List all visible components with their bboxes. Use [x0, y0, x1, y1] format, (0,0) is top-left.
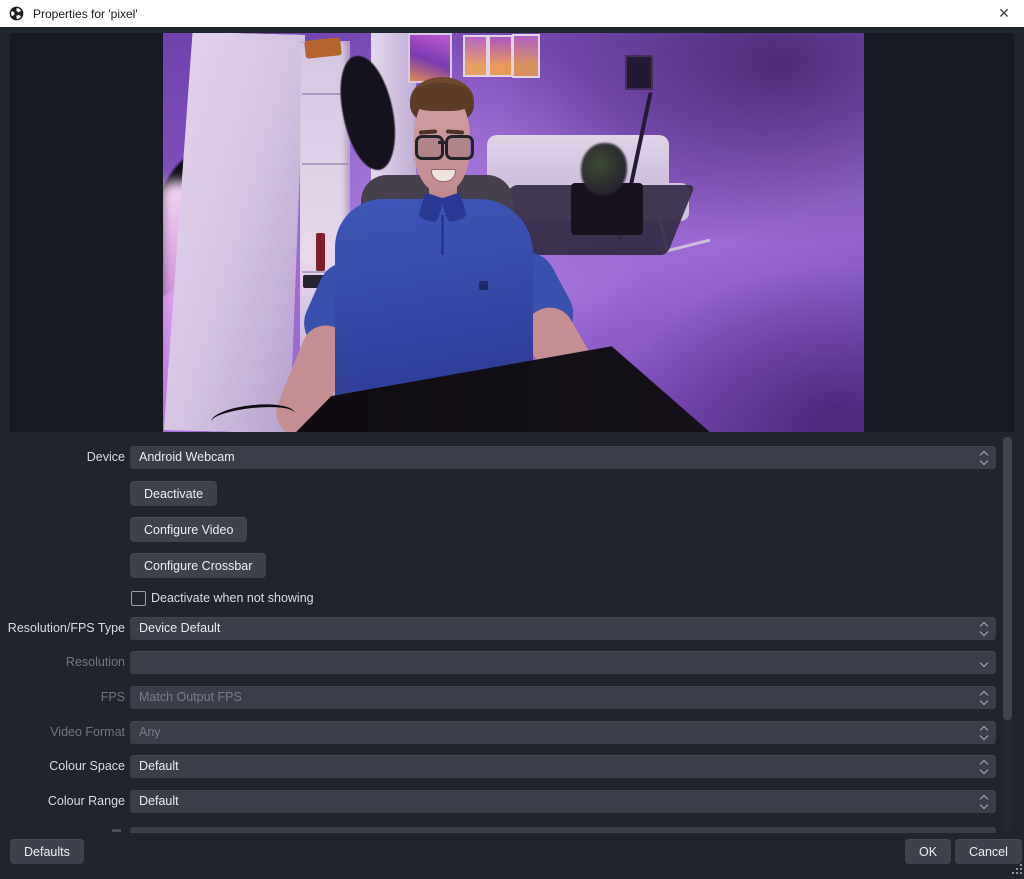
- res-fps-type-label: Resolution/FPS Type: [0, 617, 125, 640]
- device-value: Android Webcam: [139, 446, 235, 469]
- white-wardrobe: [164, 33, 305, 432]
- device-label: Device: [0, 446, 125, 469]
- configure-crossbar-button[interactable]: Configure Crossbar: [130, 553, 266, 578]
- polo-logo: [479, 281, 488, 290]
- shelf-item: [316, 233, 325, 271]
- deactivate-button[interactable]: Deactivate: [130, 481, 217, 506]
- person-hairline: [412, 83, 472, 111]
- spinner-icon: [979, 795, 989, 808]
- device-select[interactable]: Android Webcam: [130, 446, 996, 469]
- wall-poster: [512, 34, 540, 78]
- defaults-button[interactable]: Defaults: [10, 839, 84, 864]
- res-fps-type-select[interactable]: Device Default: [130, 617, 996, 640]
- wall-poster: [488, 35, 513, 77]
- picture-frame: [625, 55, 653, 90]
- colour-range-label: Colour Range: [0, 790, 125, 813]
- fps-value: Match Output FPS: [139, 686, 242, 709]
- spinner-icon: [979, 726, 989, 739]
- properties-dialog: Properties for 'pixel' ✕: [0, 0, 1024, 879]
- resize-grip[interactable]: [1012, 864, 1014, 866]
- spinner-icon: [979, 691, 989, 704]
- partial-row-label: [112, 829, 121, 832]
- glasses-lens: [445, 135, 474, 160]
- shelf-line: [302, 163, 348, 165]
- video-format-select: Any: [130, 721, 996, 744]
- chevron-down-icon: [979, 656, 989, 669]
- wall-poster: [408, 33, 452, 83]
- glasses-lens: [415, 135, 444, 160]
- colour-space-select[interactable]: Default: [130, 755, 996, 778]
- deactivate-when-not-showing-checkbox[interactable]: [131, 591, 146, 606]
- spinner-icon: [979, 451, 989, 464]
- polo-placket: [441, 215, 444, 255]
- res-fps-type-value: Device Default: [139, 617, 220, 640]
- wall-poster: [463, 35, 488, 77]
- shelf-item: [304, 37, 342, 59]
- video-format-value: Any: [139, 721, 161, 744]
- close-icon[interactable]: ✕: [984, 0, 1024, 27]
- cancel-button[interactable]: Cancel: [955, 839, 1022, 864]
- window-title: Properties for 'pixel': [33, 7, 138, 21]
- colour-range-select[interactable]: Default: [130, 790, 996, 813]
- titlebar: Properties for 'pixel' ✕: [0, 0, 1024, 27]
- resolution-select: [130, 651, 996, 674]
- deactivate-when-not-showing-label: Deactivate when not showing: [151, 590, 314, 606]
- glasses-bridge: [438, 141, 447, 144]
- ok-button[interactable]: OK: [905, 839, 951, 864]
- partial-row-select: [130, 827, 996, 833]
- colour-space-label: Colour Space: [0, 755, 125, 778]
- form-scrollbar-handle[interactable]: [1003, 437, 1012, 720]
- configure-video-button[interactable]: Configure Video: [130, 517, 247, 542]
- resolution-label: Resolution: [0, 651, 125, 674]
- preview-panel: [10, 33, 1014, 432]
- webcam-preview: [163, 33, 864, 432]
- video-format-label: Video Format: [0, 721, 125, 744]
- spinner-icon: [979, 622, 989, 635]
- spinner-icon: [979, 760, 989, 773]
- fps-label: FPS: [0, 686, 125, 709]
- fps-select: Match Output FPS: [130, 686, 996, 709]
- obs-logo-icon: [9, 6, 24, 21]
- colour-range-value: Default: [139, 790, 179, 813]
- colour-space-value: Default: [139, 755, 179, 778]
- plant: [581, 143, 627, 195]
